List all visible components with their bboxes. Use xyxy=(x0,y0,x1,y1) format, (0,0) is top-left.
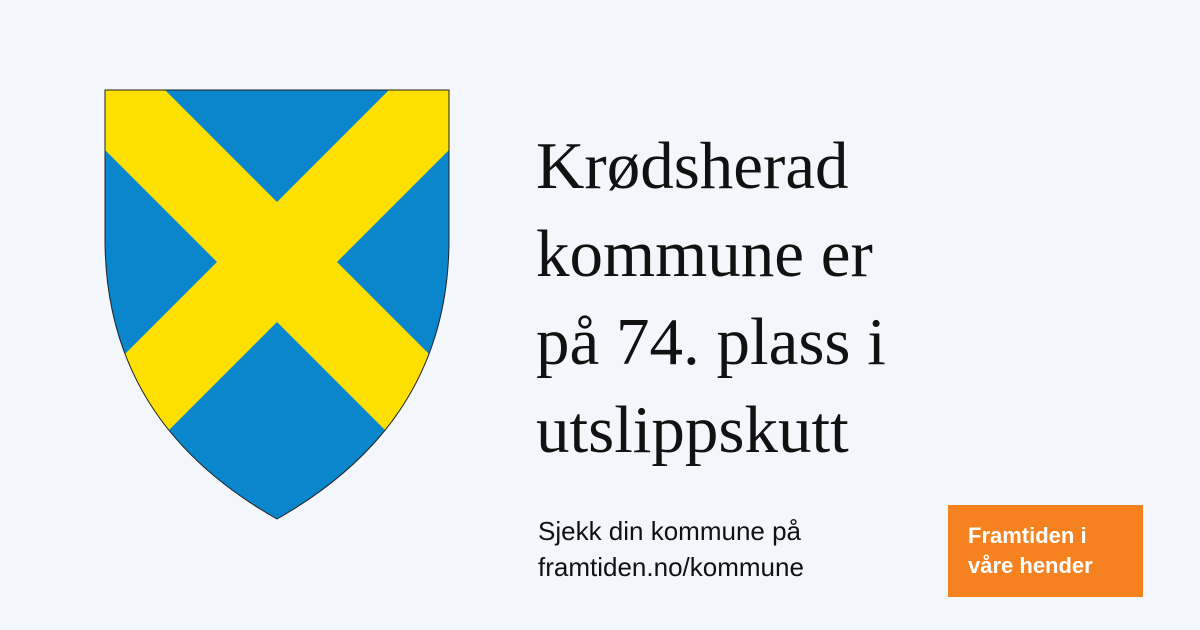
cta-text: Sjekk din kommune på xyxy=(538,516,802,546)
headline-line: utslippskutt xyxy=(536,393,849,467)
headline-line: på 74. plass i xyxy=(536,305,886,379)
headline-line: kommune er xyxy=(536,217,873,291)
brand-badge-line: våre hender xyxy=(968,553,1093,578)
headline-line: Krødsherad xyxy=(536,129,849,203)
headline: Krødsherad kommune er på 74. plass i uts… xyxy=(536,122,886,474)
call-to-action: Sjekk din kommune på framtiden.no/kommun… xyxy=(538,513,804,585)
coat-of-arms xyxy=(104,89,450,520)
cta-url: framtiden.no/kommune xyxy=(538,552,804,582)
brand-badge: Framtiden i våre hender xyxy=(948,505,1143,597)
brand-badge-line: Framtiden i xyxy=(968,523,1087,548)
